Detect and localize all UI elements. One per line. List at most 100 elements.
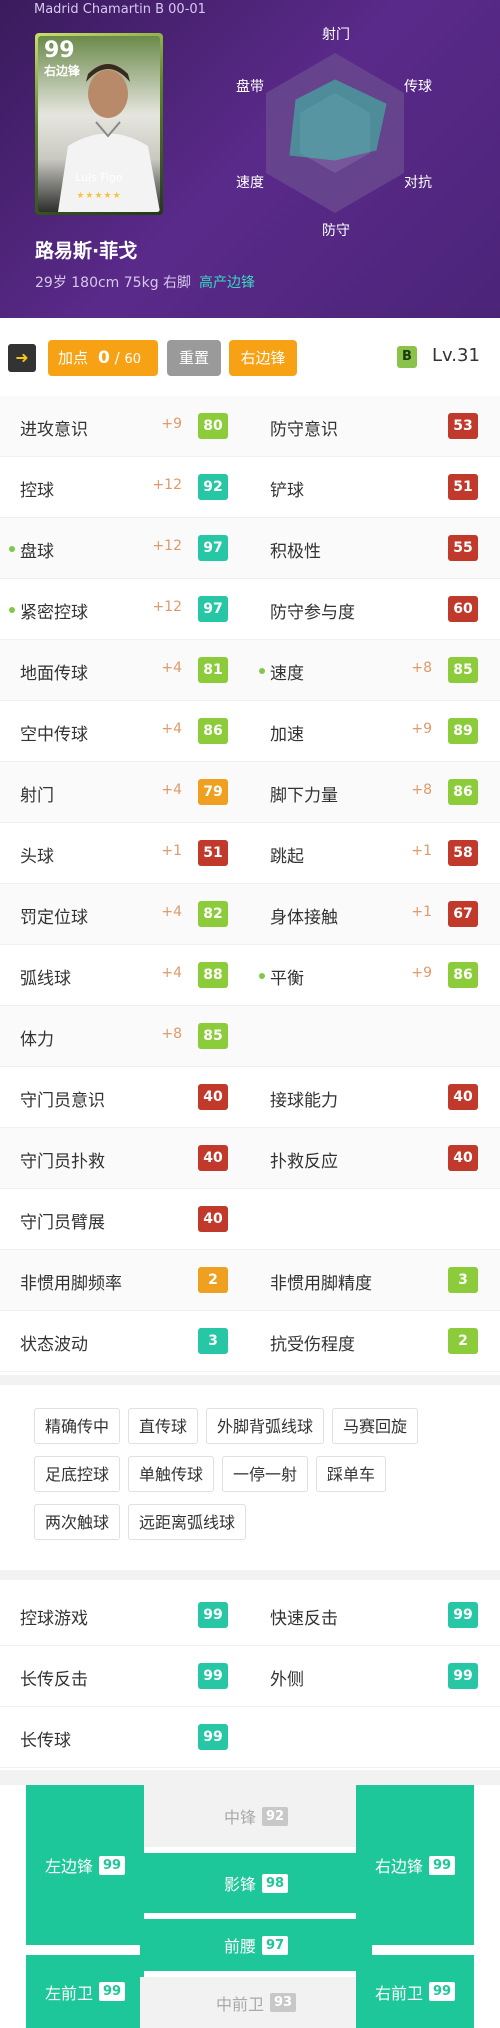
- stat-label: 非惯用脚精度: [270, 1274, 372, 1294]
- stat-label: 盘球: [20, 542, 54, 562]
- card-stars: ★★★★★: [76, 191, 122, 201]
- skill-tag[interactable]: 两次触球: [34, 1504, 121, 1540]
- play-style-label: 外侧: [270, 1670, 304, 1690]
- skill-tag[interactable]: 足底控球: [34, 1456, 121, 1492]
- section-divider: [0, 1570, 500, 1580]
- stat-value: 55: [448, 535, 478, 561]
- stat-boost: +1: [411, 843, 432, 859]
- stat-label: 接球能力: [270, 1091, 338, 1111]
- position-rating: 99: [428, 1855, 456, 1875]
- position-box[interactable]: 影锋 98: [140, 1853, 372, 1913]
- stat-value: 81: [198, 657, 228, 683]
- stat-row: 状态波动 3 抗受伤程度 2: [0, 1311, 500, 1372]
- stat-value: 53: [448, 413, 478, 439]
- stat-cell: 地面传球 +4 81: [0, 640, 250, 701]
- stat-cell: 弧线球 +4 88: [0, 945, 250, 1006]
- section-divider: [0, 1375, 500, 1385]
- skill-tag[interactable]: 马赛回旋: [332, 1408, 419, 1444]
- stat-value: 40: [198, 1206, 228, 1232]
- stat-value: 3: [448, 1267, 478, 1293]
- stat-value: 85: [198, 1023, 228, 1049]
- position-box[interactable]: 前腰 97: [140, 1919, 372, 1971]
- skill-tag[interactable]: 外脚背弧线球: [206, 1408, 325, 1444]
- skill-tag[interactable]: 远距离弧线球: [128, 1504, 247, 1540]
- add-points-button[interactable]: 加点 0 / 60: [48, 340, 158, 376]
- highlight-dot-icon: [259, 668, 265, 674]
- player-header: Madrid Chamartin B 00-01 99 右边锋 Luis Fig…: [0, 0, 500, 318]
- position-box[interactable]: 右边锋 99: [356, 1785, 474, 1945]
- card-rating: 99: [44, 38, 75, 63]
- position-box[interactable]: 左前卫 99: [26, 1955, 144, 2028]
- skill-tag[interactable]: 单触传球: [128, 1456, 215, 1492]
- stat-label: 铲球: [270, 481, 304, 501]
- player-role[interactable]: 高产边锋: [199, 275, 255, 291]
- skill-tag[interactable]: 一停一射: [222, 1456, 309, 1492]
- toolbar: ➜ 加点 0 / 60 重置 右边锋 B Lv.31: [0, 318, 500, 396]
- position-rating: 99: [428, 1982, 456, 2001]
- highlight-dot-icon: [9, 607, 15, 613]
- stat-cell: 守门员扑救 40: [0, 1128, 250, 1189]
- play-style-label: 快速反击: [270, 1609, 338, 1629]
- play-style-cell: 长传球 99: [0, 1707, 250, 1767]
- stat-label: 抗受伤程度: [270, 1335, 355, 1355]
- skill-tag[interactable]: 直传球: [128, 1408, 199, 1444]
- stat-label: 弧线球: [20, 969, 71, 989]
- stat-value: 80: [198, 413, 228, 439]
- position-box[interactable]: 中锋 92: [140, 1785, 372, 1847]
- position-rating: 98: [261, 1873, 289, 1893]
- skill-tag[interactable]: 踩单车: [316, 1456, 387, 1492]
- player-card[interactable]: 99 右边锋 Luis Figo ★★★★★: [35, 33, 163, 215]
- stat-label: 守门员臂展: [20, 1213, 105, 1233]
- stat-cell: 身体接触 +1 67: [250, 884, 500, 945]
- position-box[interactable]: 右前卫 99: [356, 1955, 474, 2028]
- stat-value: 58: [448, 840, 478, 866]
- position-box[interactable]: 中前卫 93: [140, 1977, 372, 2028]
- play-style-value: 99: [198, 1663, 228, 1689]
- level-badge: B: [397, 346, 417, 368]
- stat-row: 罚定位球 +4 82 身体接触 +1 67: [0, 884, 500, 945]
- stat-value: 79: [198, 779, 228, 805]
- position-rating: 93: [269, 1993, 297, 2012]
- position-box[interactable]: 左边锋 99: [26, 1785, 144, 1945]
- radar-label-defending: 防守: [322, 223, 350, 239]
- stats-table: 进攻意识 +9 80 防守意识 53 控球 +12 92 铲球 51 盘球 +12 97 积极性 55 紧密控…: [0, 396, 500, 1372]
- stat-label: 防守参与度: [270, 603, 355, 623]
- stat-cell: 罚定位球 +4 82: [0, 884, 250, 945]
- player-bio: 29岁 180cm 75kg 右脚: [35, 275, 192, 291]
- stat-value: 86: [448, 962, 478, 988]
- position-rating: 92: [261, 1806, 289, 1826]
- stat-cell: 铲球 51: [250, 457, 500, 518]
- position-button[interactable]: 右边锋: [229, 340, 297, 376]
- card-player-name: Luis Figo: [75, 171, 123, 184]
- stat-row: 头球 +1 51 跳起 +1 58: [0, 823, 500, 884]
- stat-cell: 状态波动 3: [0, 1311, 250, 1372]
- stat-boost: +12: [152, 599, 182, 615]
- stat-value: 40: [448, 1145, 478, 1171]
- stat-cell: 空中传球 +4 86: [0, 701, 250, 762]
- position-label: 左边锋: [44, 1857, 93, 1876]
- play-style-value: 99: [448, 1663, 478, 1689]
- stat-value: 67: [448, 901, 478, 927]
- stat-value: 97: [198, 535, 228, 561]
- play-style-cell: 快速反击 99: [250, 1585, 500, 1645]
- stat-value: 51: [198, 840, 228, 866]
- play-style-cell: 外侧 99: [250, 1646, 500, 1706]
- stat-boost: +4: [161, 904, 182, 920]
- stat-cell: 体力 +8 85: [0, 1006, 250, 1067]
- add-points-value: 0: [98, 348, 110, 368]
- arrow-right-icon[interactable]: ➜: [8, 344, 36, 372]
- reset-button[interactable]: 重置: [167, 340, 221, 376]
- stat-label: 头球: [20, 847, 54, 867]
- stat-value: 51: [448, 474, 478, 500]
- stat-cell: 加速 +9 89: [250, 701, 500, 762]
- stat-boost: +4: [161, 782, 182, 798]
- play-style-label: 控球游戏: [20, 1609, 88, 1629]
- stat-label: 守门员扑救: [20, 1152, 105, 1172]
- skill-tag[interactable]: 精确传中: [34, 1408, 121, 1444]
- stat-label: 罚定位球: [20, 908, 88, 928]
- stat-value: 85: [448, 657, 478, 683]
- stat-row: 弧线球 +4 88 平衡 +9 86: [0, 945, 500, 1006]
- play-styles-section: 控球游戏 99 快速反击 99 长传反击 99 外侧 99 长传球 99: [0, 1585, 500, 1768]
- stat-row: 守门员臂展 40: [0, 1189, 500, 1250]
- stat-cell: 射门 +4 79: [0, 762, 250, 823]
